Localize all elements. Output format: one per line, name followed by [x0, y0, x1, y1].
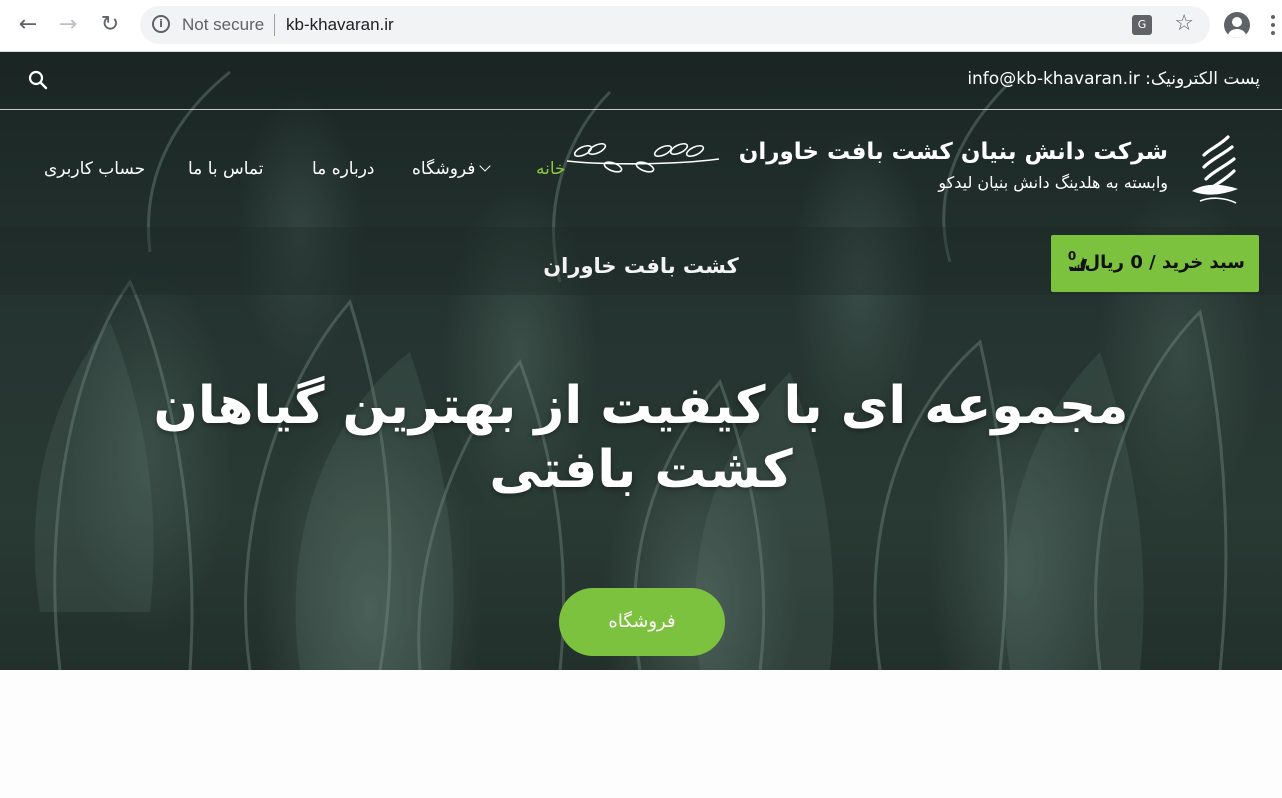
- browser-toolbar: ← → ↻ i Not secure kb-khavaran.ir G ☆: [0, 0, 1282, 52]
- translate-icon[interactable]: G: [1132, 15, 1152, 35]
- menu-item-about[interactable]: درباره ما: [312, 159, 375, 179]
- reload-icon: ↻: [100, 11, 120, 37]
- menu-item-home[interactable]: خانه: [536, 159, 566, 179]
- cart-label: سبد خرید / 0 ریال: [1084, 252, 1245, 273]
- kebab-menu-icon[interactable]: [1266, 12, 1280, 38]
- contact-email[interactable]: پست الکترونیک: info@kb-khavaran.ir: [967, 69, 1260, 89]
- menu-item-account[interactable]: حساب کاربری: [44, 159, 145, 179]
- main-menu: خانه فروشگاه درباره ما تماس با ما حساب ک…: [0, 159, 1282, 185]
- cart-count-badge: 0: [1061, 245, 1083, 267]
- top-bar: پست الکترونیک: info@kb-khavaran.ir: [0, 52, 1282, 110]
- forward-button[interactable]: →: [54, 10, 82, 38]
- address-divider: [274, 14, 275, 36]
- shop-button[interactable]: فروشگاه: [559, 588, 725, 656]
- url-text[interactable]: kb-khavaran.ir: [286, 15, 394, 35]
- hero-section: پست الکترونیک: info@kb-khavaran.ir شرکت …: [0, 52, 1282, 670]
- arrow-left-icon: ←: [18, 11, 38, 37]
- account-icon[interactable]: [1224, 12, 1250, 38]
- basket-icon: 0: [1061, 245, 1089, 273]
- hero-headline: مجموعه ای با کیفیت از بهترین گیاهان کشت …: [153, 376, 1129, 500]
- arrow-right-icon: →: [58, 11, 78, 37]
- menu-item-contact[interactable]: تماس با ما: [188, 159, 264, 179]
- back-button[interactable]: ←: [14, 10, 42, 38]
- cart-button[interactable]: سبد خرید / 0 ریال 0: [1051, 235, 1259, 292]
- menu-item-shop-label: فروشگاه: [412, 159, 476, 179]
- site-header: شرکت دانش بنیان کشت بافت خاوران وابسته ب…: [0, 111, 1282, 226]
- reload-button[interactable]: ↻: [96, 10, 124, 38]
- security-label: Not secure: [182, 15, 265, 34]
- star-icon[interactable]: ☆: [1174, 11, 1194, 36]
- address-bar[interactable]: i Not secure kb-khavaran.ir G ☆: [140, 6, 1210, 44]
- menu-item-shop[interactable]: فروشگاه: [412, 159, 497, 179]
- search-icon[interactable]: [28, 70, 48, 90]
- info-icon[interactable]: i: [152, 15, 170, 33]
- chevron-down-icon: [479, 160, 491, 172]
